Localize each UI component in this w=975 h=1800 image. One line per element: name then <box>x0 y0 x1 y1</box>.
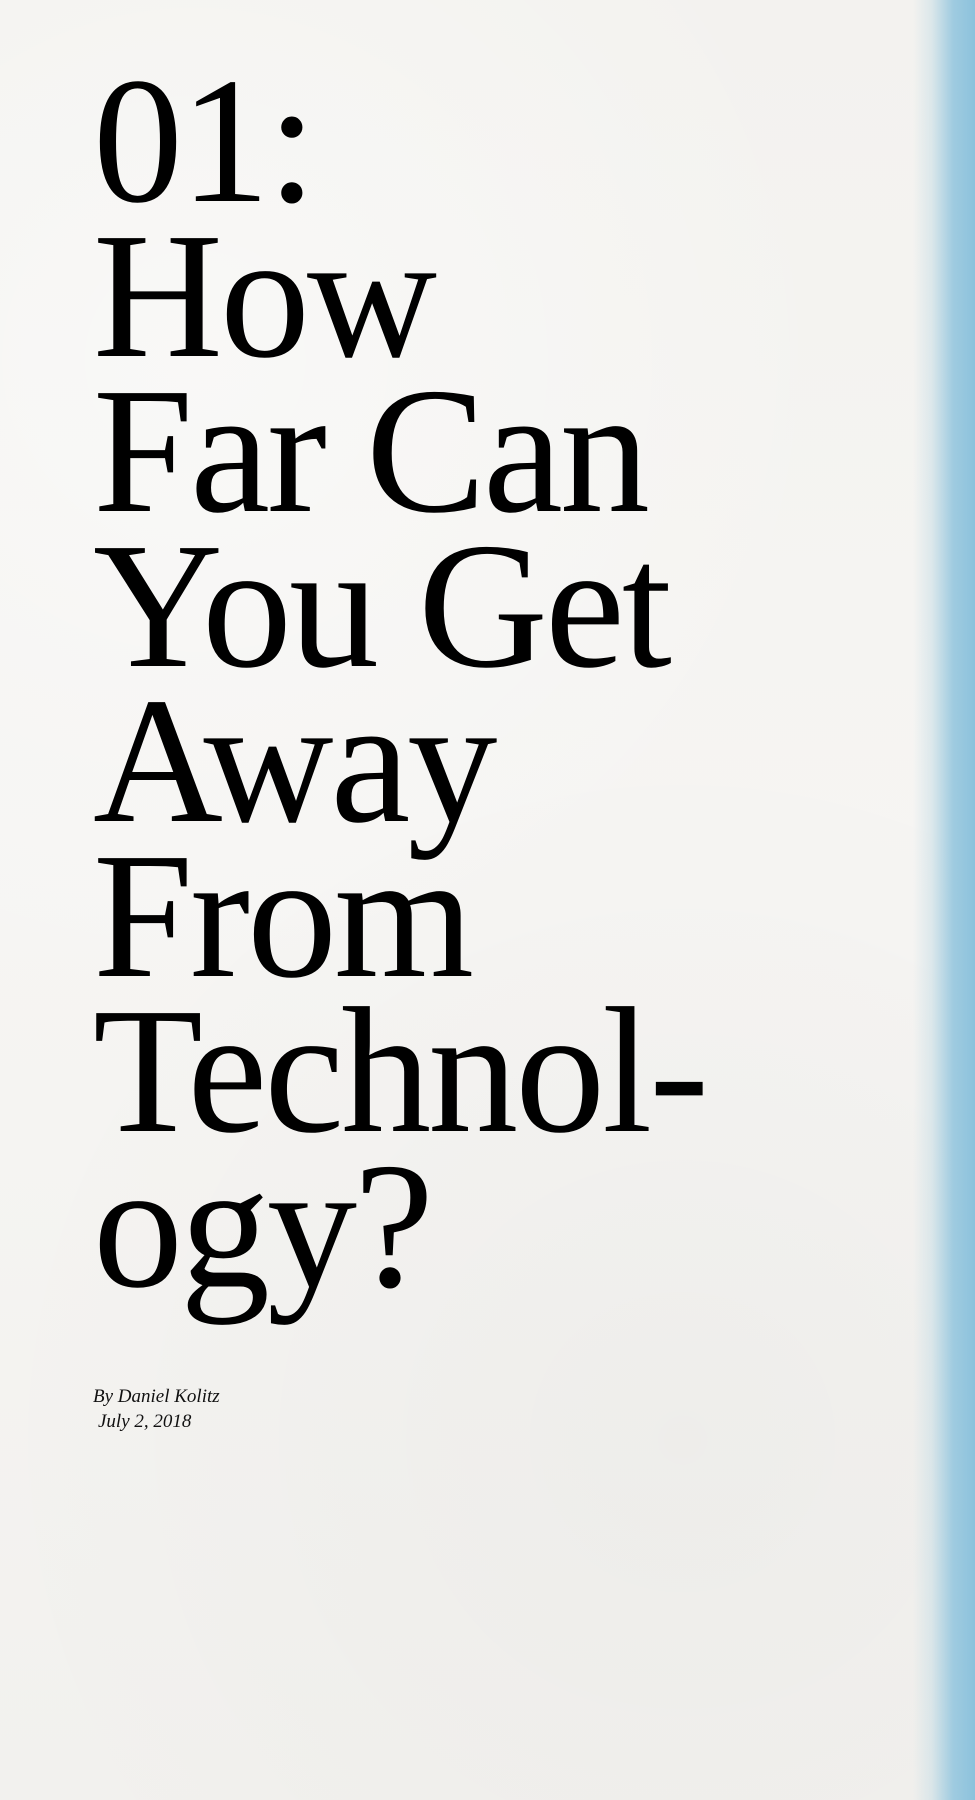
title-line: 01: <box>93 41 317 240</box>
title-line: You Get <box>93 506 672 705</box>
article-title: 01: How Far Can You Get Away From Techno… <box>93 41 709 1325</box>
title-line: Far Can <box>93 351 650 550</box>
byline: By Daniel Kolitz July 2, 2018 <box>93 1384 220 1434</box>
title-line: ogy? <box>93 1126 434 1325</box>
title-line: Technol- <box>93 971 709 1170</box>
page-edge-accent <box>913 0 975 1800</box>
title-line: How <box>93 196 437 395</box>
title-line: From <box>93 816 474 1015</box>
author-name: By Daniel Kolitz <box>93 1386 220 1407</box>
title-line: Away <box>93 661 497 860</box>
publish-date: July 2, 2018 <box>98 1411 192 1432</box>
